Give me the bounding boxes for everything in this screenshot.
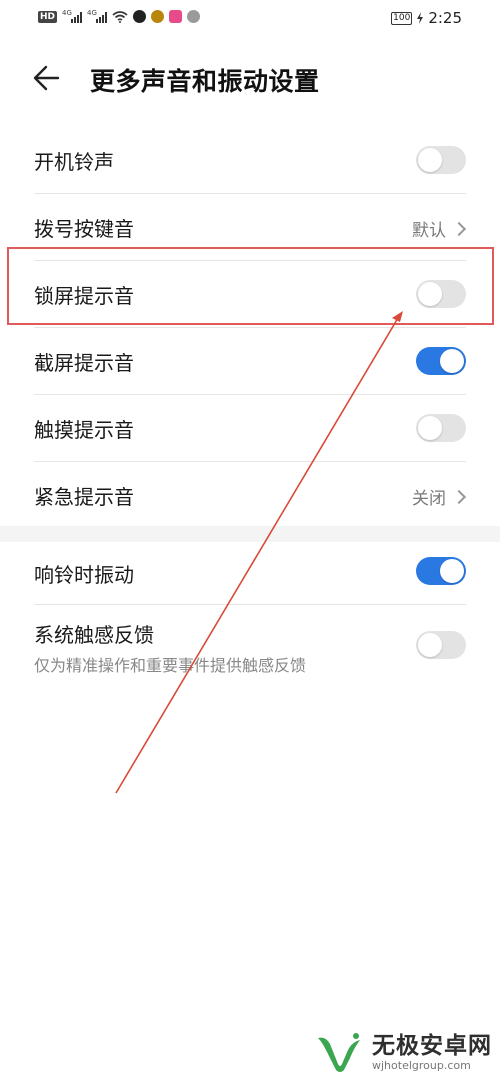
header: 更多声音和振动设置 (0, 50, 500, 106)
setting-label: 截屏提示音 (34, 351, 134, 375)
page-title: 更多声音和振动设置 (90, 67, 320, 96)
watermark-url: wjhotelgroup.com (372, 1058, 471, 1072)
setting-row-touch-sound[interactable]: 触摸提示音 (0, 395, 500, 461)
wifi-icon (112, 10, 128, 23)
setting-value: 关闭 (412, 489, 446, 509)
battery-icon: 100 (391, 11, 413, 25)
screenshot-sound-toggle[interactable] (416, 347, 466, 375)
touch-sound-toggle[interactable] (416, 414, 466, 442)
watermark-name: 无极安卓网 (372, 1032, 492, 1059)
setting-label: 开机铃声 (34, 150, 114, 174)
emergency-tone-value[interactable]: 关闭 (412, 484, 467, 509)
boot-ringtone-toggle[interactable] (416, 146, 466, 174)
annotation-highlight-box (7, 247, 494, 325)
watermark-logo-icon (318, 1033, 360, 1072)
signal-icon: 4G (62, 9, 83, 23)
setting-label: 系统触感反馈 (34, 623, 154, 647)
hd-badge: HD (38, 10, 58, 23)
setting-label: 拨号按键音 (34, 217, 134, 241)
setting-value: 默认 (412, 221, 446, 241)
setting-row-vibrate-on-ring[interactable]: 响铃时振动 (0, 542, 500, 604)
section-separator (0, 526, 500, 542)
setting-label: 响铃时振动 (34, 563, 134, 587)
charging-icon (417, 12, 424, 24)
setting-row-system-haptics[interactable]: 系统触感反馈 仅为精准操作和重要事件提供触感反馈 (0, 605, 500, 687)
vibrate-on-ring-toggle[interactable] (416, 557, 466, 585)
dial-pad-tone-value[interactable]: 默认 (412, 216, 467, 241)
clock: 2:25 (428, 9, 462, 27)
status-left-icons: HD 4G 4G (38, 9, 201, 23)
app-notification-icon-2 (151, 10, 165, 23)
back-button[interactable] (28, 60, 72, 96)
chevron-right-icon (451, 489, 467, 504)
wechat-icon (187, 10, 201, 23)
setting-row-boot-ringtone[interactable]: 开机铃声 (0, 127, 500, 193)
back-arrow-icon (33, 65, 60, 91)
watermark: 无极安卓网 wjhotelgroup.com (316, 1030, 492, 1074)
setting-label: 触摸提示音 (34, 418, 134, 442)
system-haptics-toggle[interactable] (416, 631, 466, 659)
setting-row-emergency-tone[interactable]: 紧急提示音 关闭 (0, 462, 500, 526)
chevron-right-icon (451, 221, 467, 236)
app-notification-icon (133, 10, 147, 23)
status-right-icons: 100 2:25 (391, 9, 462, 27)
setting-description: 仅为精准操作和重要事件提供触感反馈 (34, 656, 307, 675)
setting-row-screenshot-sound[interactable]: 截屏提示音 (0, 328, 500, 394)
status-bar: HD 4G 4G 100 2:25 (0, 0, 500, 38)
signal-icon-2: 4G (87, 9, 108, 23)
app-notification-icon-3 (169, 10, 183, 23)
setting-label: 紧急提示音 (34, 485, 134, 509)
